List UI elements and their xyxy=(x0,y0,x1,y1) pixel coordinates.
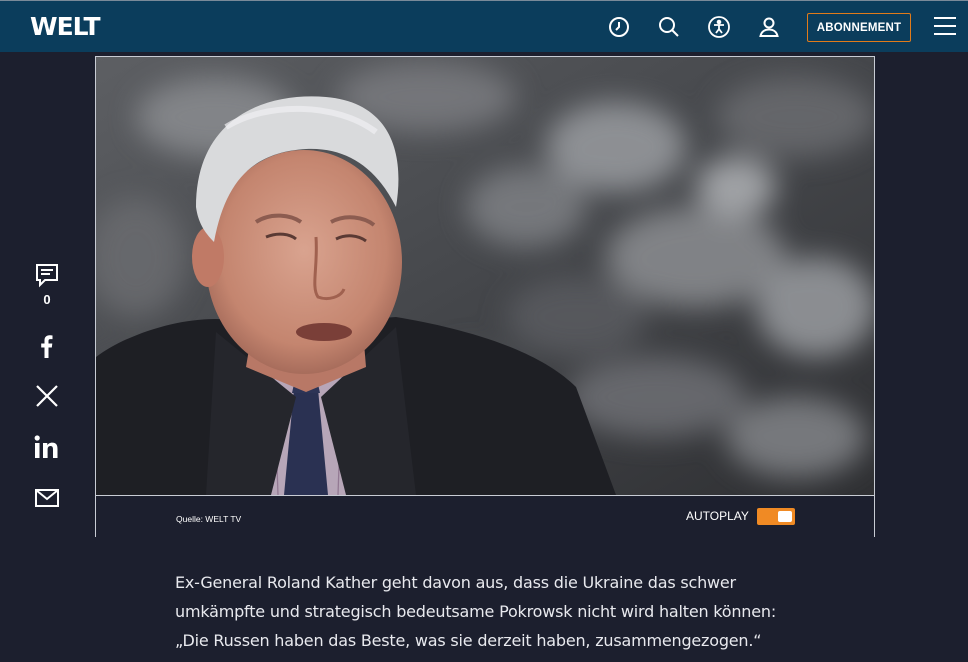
facebook-icon xyxy=(41,335,53,358)
video-player[interactable]: Quelle: WELT TV AUTOPLAY xyxy=(95,56,875,537)
search-icon[interactable] xyxy=(657,15,681,39)
mail-icon xyxy=(35,489,59,507)
article-line: „Die Russen haben das Beste, was sie der… xyxy=(175,631,762,650)
article-intro-text: Ex-General Roland Kather geht davon aus,… xyxy=(175,568,795,655)
share-mail-button[interactable] xyxy=(30,487,64,509)
top-navigation-bar: WELT ABONNEMENT xyxy=(0,0,968,52)
user-icon[interactable] xyxy=(757,15,781,39)
autoplay-toggle-knob xyxy=(778,511,792,522)
share-linkedin-button[interactable] xyxy=(30,434,64,460)
article-line: Ex-General Roland Kather geht davon aus,… xyxy=(175,573,736,592)
autoplay-toggle[interactable] xyxy=(757,508,795,525)
subscribe-button[interactable]: ABONNEMENT xyxy=(807,13,911,42)
share-facebook-button[interactable] xyxy=(30,333,64,359)
video-source-label: Quelle: WELT TV xyxy=(176,514,242,524)
video-footer: Quelle: WELT TV AUTOPLAY xyxy=(96,495,874,537)
video-still-image xyxy=(96,57,874,495)
linkedin-icon xyxy=(34,435,58,458)
welt-logo[interactable]: WELT xyxy=(30,12,100,41)
clock-icon[interactable] xyxy=(607,15,631,39)
menu-icon[interactable] xyxy=(934,17,956,37)
accessibility-icon[interactable] xyxy=(707,15,731,39)
comment-icon xyxy=(36,264,58,288)
share-x-button[interactable] xyxy=(30,383,64,409)
article-line: umkämpfte und strategisch bedeutsame Pok… xyxy=(175,602,777,621)
video-frame[interactable] xyxy=(96,57,874,495)
autoplay-label: AUTOPLAY xyxy=(686,509,749,523)
comment-button[interactable]: 0 xyxy=(30,262,64,307)
x-icon xyxy=(36,385,58,407)
comment-count: 0 xyxy=(43,292,51,307)
